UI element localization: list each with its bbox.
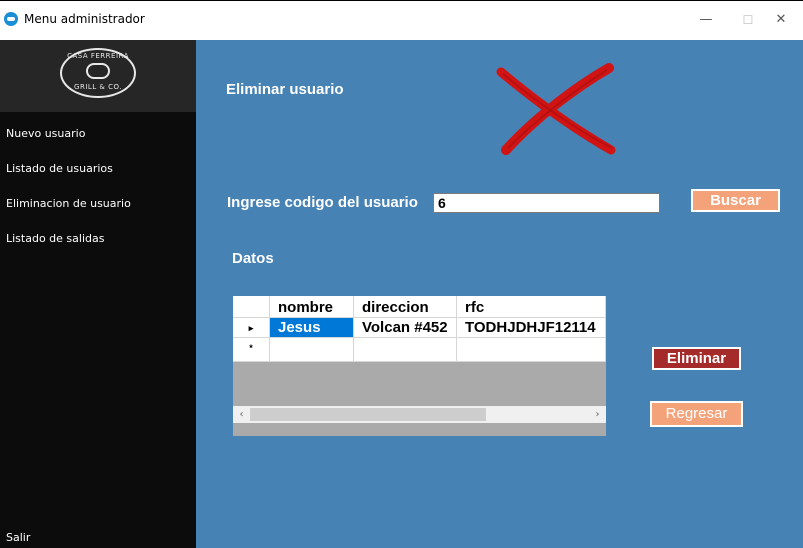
sidebar-item-listado-salidas[interactable]: Listado de salidas [6, 232, 104, 245]
eliminar-button[interactable]: Eliminar [652, 347, 741, 370]
logo-mark-icon [86, 63, 110, 79]
close-button[interactable]: ✕ [761, 7, 801, 33]
sidebar: CASA FERREIRA GRILL & CO. Nuevo usuario … [0, 40, 196, 548]
row-header-current[interactable]: ▸ [233, 318, 270, 338]
page-title: Eliminar usuario [226, 81, 344, 98]
grid-cell-rfc[interactable]: TODHJDHJF12114 [457, 318, 606, 338]
red-x-icon [496, 63, 616, 155]
grid-cell-direccion[interactable]: Volcan #452 [354, 318, 457, 338]
sidebar-item-nuevo-usuario[interactable]: Nuevo usuario [6, 127, 85, 140]
app-icon [4, 12, 18, 26]
window-title: Menu administrador [24, 12, 145, 26]
buscar-button[interactable]: Buscar [691, 189, 780, 212]
scrollbar-thumb[interactable] [250, 408, 486, 421]
logo-bottom-text: GRILL & CO. [74, 83, 122, 91]
sidebar-item-salir[interactable]: Salir [6, 531, 30, 544]
grid-cell-nombre[interactable]: Jesus [270, 318, 354, 338]
grid-corner-header [233, 296, 270, 318]
minimize-button[interactable]: — [686, 7, 726, 33]
logo-panel: CASA FERREIRA GRILL & CO. [0, 40, 196, 112]
scroll-left-icon[interactable]: ‹ [233, 406, 250, 423]
logo-top-text: CASA FERREIRA [67, 52, 129, 60]
row-header-new[interactable]: * [233, 338, 270, 362]
user-code-input[interactable] [433, 193, 660, 213]
title-bar: Menu administrador — ☐ ✕ [0, 1, 803, 40]
sidebar-item-listado-usuarios[interactable]: Listado de usuarios [6, 162, 113, 175]
user-code-label: Ingrese codigo del usuario [227, 194, 418, 211]
column-header-direccion[interactable]: direccion [354, 296, 457, 318]
grid-new-cell-direccion[interactable] [354, 338, 457, 362]
user-data-grid[interactable]: nombre direccion rfc ▸ Jesus Volcan #452… [233, 296, 606, 436]
sidebar-item-eliminacion-usuario[interactable]: Eliminacion de usuario [6, 197, 131, 210]
column-header-nombre[interactable]: nombre [270, 296, 354, 318]
grid-new-cell-nombre[interactable] [270, 338, 354, 362]
horizontal-scrollbar[interactable]: ‹ › [233, 406, 606, 423]
regresar-button[interactable]: Regresar [650, 401, 743, 427]
datos-label: Datos [232, 250, 274, 267]
column-header-rfc[interactable]: rfc [457, 296, 606, 318]
main-panel: Eliminar usuario Ingrese codigo del usua… [196, 40, 803, 548]
grid-new-cell-rfc[interactable] [457, 338, 606, 362]
logo: CASA FERREIRA GRILL & CO. [60, 48, 136, 98]
scroll-right-icon[interactable]: › [589, 406, 606, 423]
